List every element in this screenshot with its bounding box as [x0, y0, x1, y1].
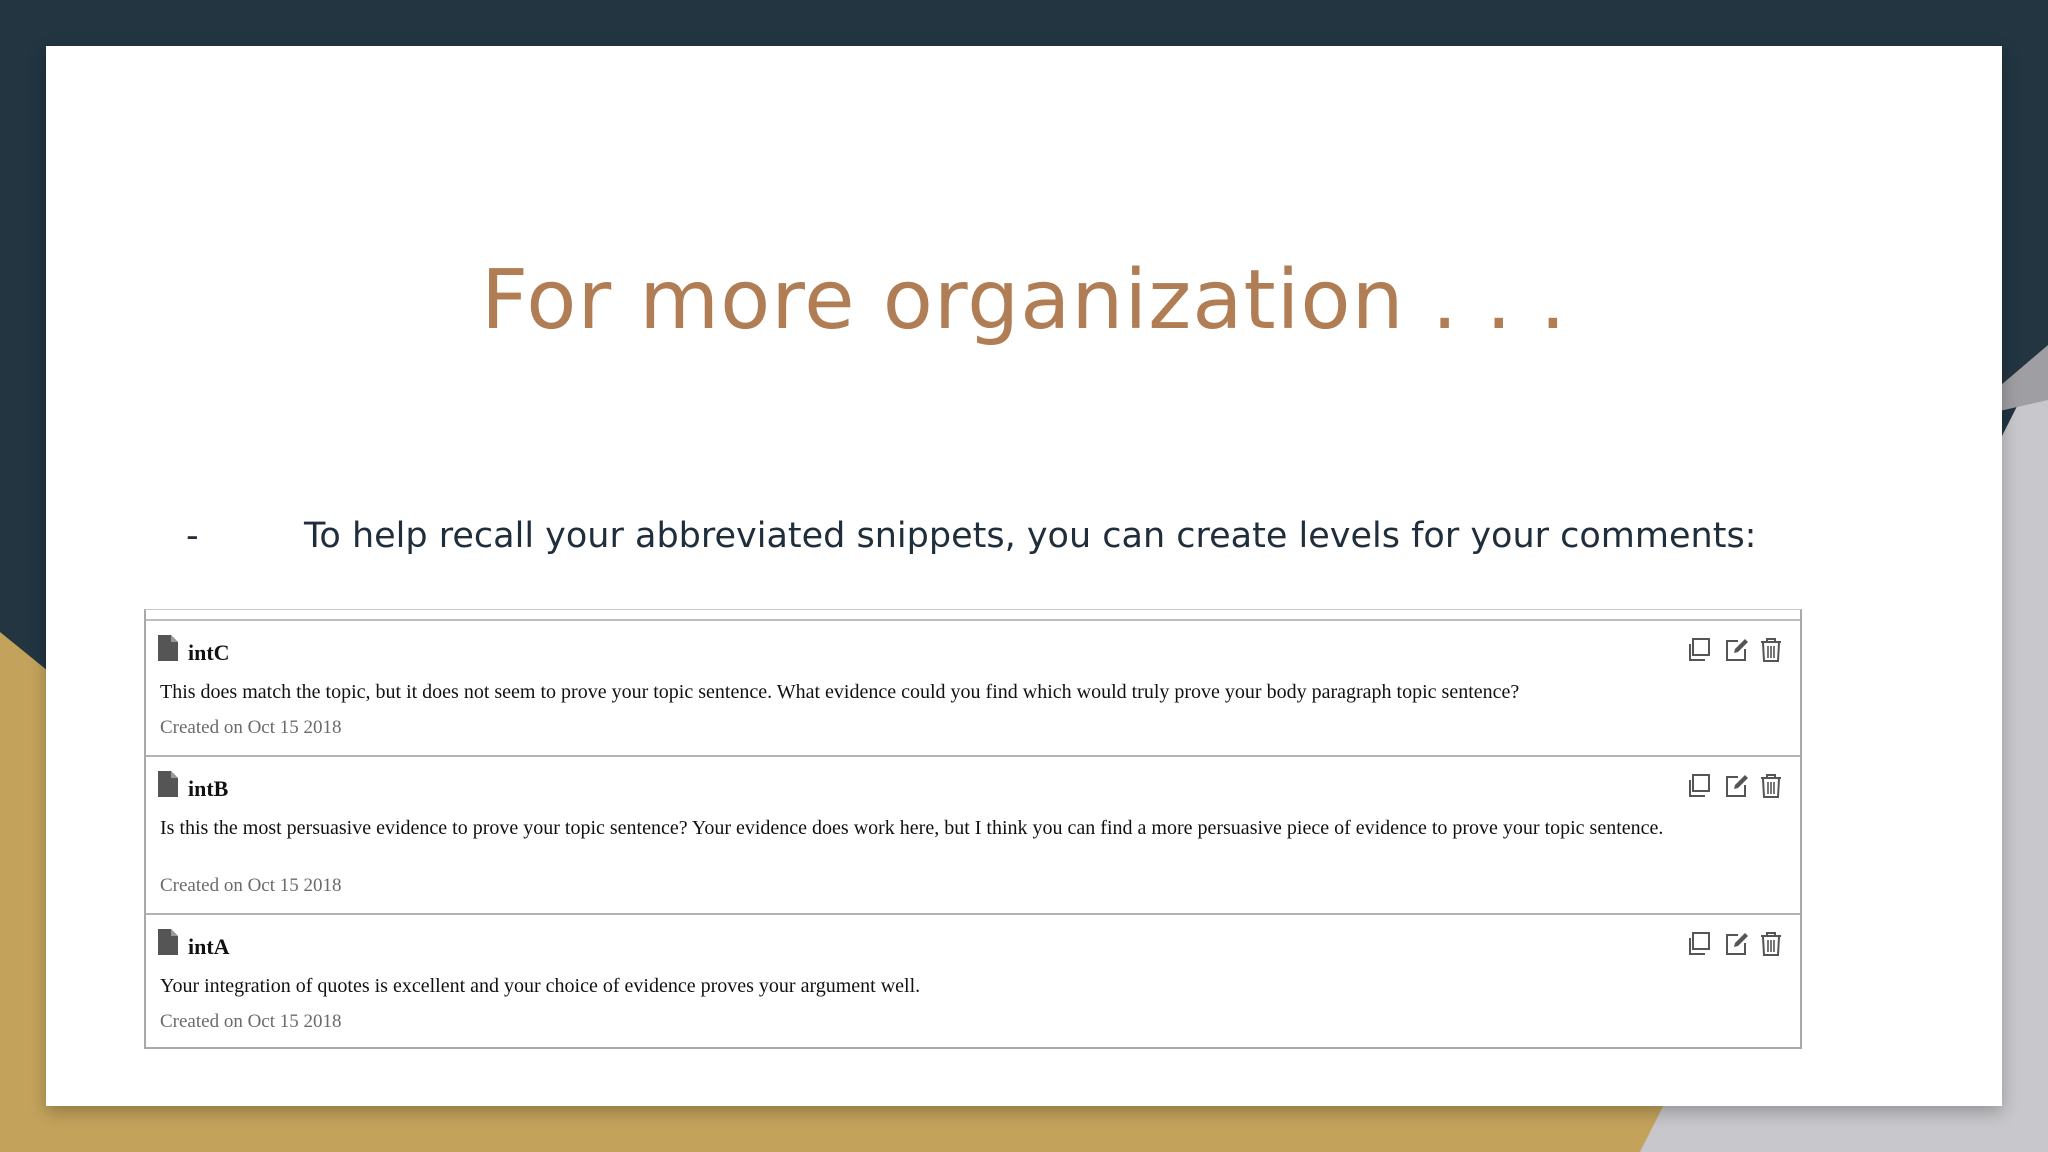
comment-library-panel: intC This does match the topic, but it d…: [144, 609, 1802, 1049]
copy-icon[interactable]: [1686, 637, 1712, 663]
bullet-marker: -: [186, 516, 199, 556]
comment-text: Is this the most persuasive evidence to …: [160, 817, 1664, 839]
copy-icon[interactable]: [1686, 773, 1712, 799]
document-icon: [158, 635, 178, 661]
comment-item[interactable]: intC This does match the topic, but it d…: [146, 621, 1800, 757]
document-icon: [158, 929, 178, 955]
edit-icon[interactable]: [1724, 637, 1750, 663]
comment-actions: [1686, 637, 1786, 665]
comment-date: Created on Oct 15 2018: [160, 1011, 342, 1032]
comment-item[interactable]: intA Your integration of quotes is excel…: [146, 915, 1800, 1050]
trash-icon[interactable]: [1758, 637, 1784, 663]
trash-icon[interactable]: [1758, 931, 1784, 957]
comment-date: Created on Oct 15 2018: [160, 717, 342, 738]
comment-date: Created on Oct 15 2018: [160, 875, 342, 896]
comment-item[interactable]: intB Is this the most persuasive evidenc…: [146, 757, 1800, 915]
trash-icon[interactable]: [1758, 773, 1784, 799]
comment-name: intB: [188, 776, 229, 801]
comment-name: intA: [188, 934, 230, 959]
document-icon: [158, 771, 178, 797]
copy-icon[interactable]: [1686, 931, 1712, 957]
comment-text: Your integration of quotes is excellent …: [160, 975, 921, 997]
bullet-point: - To help recall your abbreviated snippe…: [186, 511, 1886, 561]
comment-text: This does match the topic, but it does n…: [160, 681, 1520, 703]
edit-icon[interactable]: [1724, 931, 1750, 957]
slide-title: For more organization . . .: [481, 253, 1567, 348]
slide: For more organization . . . - To help re…: [46, 46, 2002, 1106]
edit-icon[interactable]: [1724, 773, 1750, 799]
comment-name: intC: [188, 640, 230, 665]
comment-actions: [1686, 931, 1786, 959]
bullet-text: To help recall your abbreviated snippets…: [304, 516, 1757, 556]
comment-actions: [1686, 773, 1786, 801]
